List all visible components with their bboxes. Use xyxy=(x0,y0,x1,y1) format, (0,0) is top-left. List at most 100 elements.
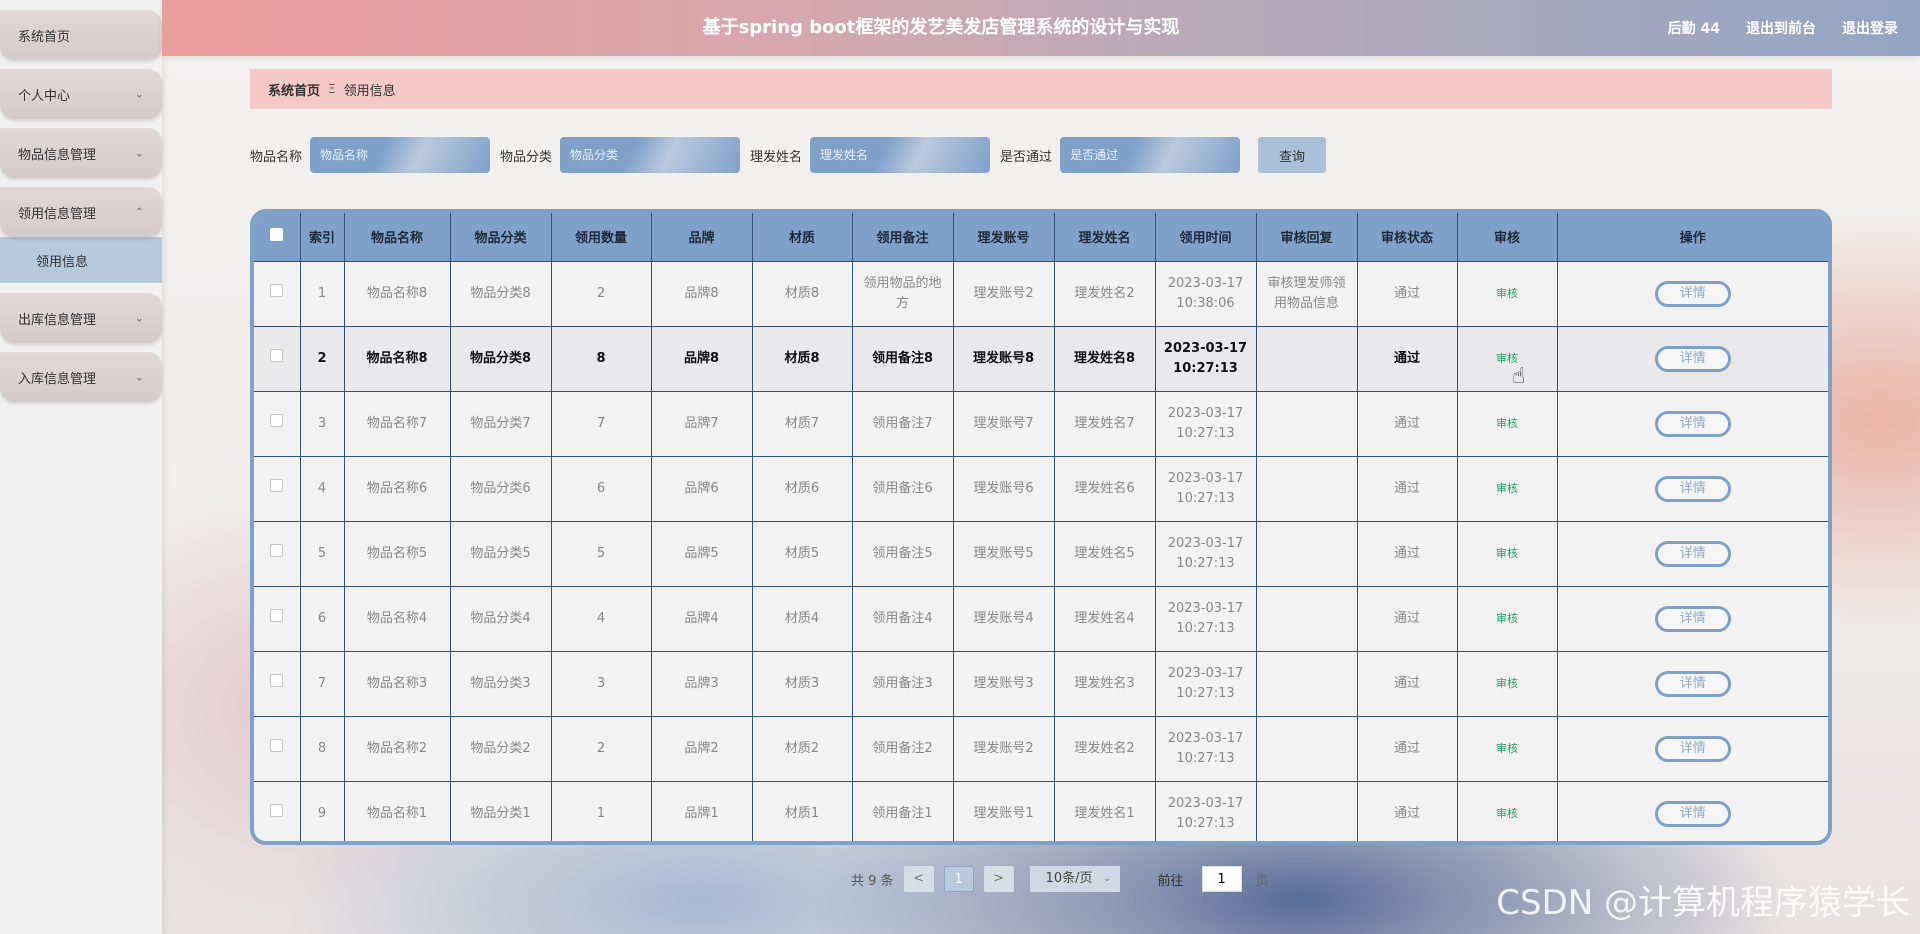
audit-link[interactable]: 审核 xyxy=(1496,612,1518,625)
row-checkbox[interactable] xyxy=(254,715,301,781)
row-checkbox[interactable] xyxy=(254,650,301,716)
cell-cat: 物品分类8 xyxy=(450,260,552,326)
page-size-select[interactable]: 10条/页 ⌄ xyxy=(1029,866,1120,892)
detail-button[interactable]: 详情 xyxy=(1654,410,1731,437)
audit-link[interactable]: 审核 xyxy=(1496,417,1518,430)
search-input-approved[interactable] xyxy=(1060,137,1241,173)
cell-person: 理发姓名3 xyxy=(1054,650,1156,716)
cell-qty: 8 xyxy=(551,325,652,391)
row-checkbox[interactable] xyxy=(254,780,301,841)
breadcrumb-home[interactable]: 系统首页 xyxy=(268,80,320,99)
detail-button[interactable]: 详情 xyxy=(1654,670,1731,697)
detail-button[interactable]: 详情 xyxy=(1654,605,1731,632)
detail-button[interactable]: 详情 xyxy=(1654,735,1731,762)
next-page-button[interactable]: > xyxy=(983,866,1014,892)
table-row[interactable]: 8 物品名称2 物品分类2 2 品牌2 材质2 领用备注2 理发账号2 理发姓名2 2023-03… xyxy=(254,715,1828,781)
cell-note: 领用备注1 xyxy=(852,780,954,841)
cell-cat: 物品分类6 xyxy=(450,455,552,521)
page-word: 页 xyxy=(1255,873,1269,889)
user-name[interactable]: 后勤 44 xyxy=(1668,18,1720,38)
cell-mat: 材质1 xyxy=(752,780,853,841)
audit-link[interactable]: 审核 xyxy=(1496,287,1518,300)
select-all-checkbox[interactable] xyxy=(254,213,301,261)
row-checkbox[interactable] xyxy=(254,390,301,456)
sidebar-item-goods-management[interactable]: 物品信息管理 ⌄ xyxy=(0,128,162,178)
table-row[interactable]: 9 物品名称1 物品分类1 1 品牌1 材质1 领用备注1 理发账号1 理发姓名1 2023-03… xyxy=(254,780,1828,841)
search-label-goods-name: 物品名称 xyxy=(250,149,303,165)
page-button-current[interactable]: 1 xyxy=(943,866,974,892)
cell-acct: 理发账号8 xyxy=(953,325,1055,391)
cell-cat: 物品分类3 xyxy=(450,650,552,716)
table-row[interactable]: 2 物品名称8 物品分类8 8 品牌8 材质8 领用备注8 理发账号8 理发姓名8 2023-03… xyxy=(254,325,1828,391)
cell-status: 通过 xyxy=(1357,455,1458,521)
row-checkbox[interactable] xyxy=(254,585,301,651)
audit-link[interactable]: 审核 xyxy=(1496,807,1518,820)
table-row[interactable]: 1 物品名称8 物品分类8 2 品牌8 材质8 领用物品的地方 理发账号2 理发姓名2 2023-… xyxy=(254,260,1828,326)
audit-link[interactable]: 审核 xyxy=(1496,482,1518,495)
table-row[interactable]: 5 物品名称5 物品分类5 5 品牌5 材质5 领用备注5 理发账号5 理发姓名5 2023-03… xyxy=(254,520,1828,586)
cell-person: 理发姓名8 xyxy=(1054,325,1156,391)
sidebar-item-personal-center[interactable]: 个人中心 ⌄ xyxy=(0,69,162,119)
cell-person: 理发姓名6 xyxy=(1054,455,1156,521)
search-input-barber-name[interactable] xyxy=(810,137,991,173)
detail-button[interactable]: 详情 xyxy=(1654,280,1731,307)
cell-status: 通过 xyxy=(1357,585,1458,651)
column-header: 领用时间 xyxy=(1155,213,1257,261)
cell-time: 2023-03-17 10:27:13 xyxy=(1155,520,1257,586)
cell-qty: 4 xyxy=(551,585,652,651)
table-row[interactable]: 6 物品名称4 物品分类4 4 品牌4 材质4 领用备注4 理发账号4 理发姓名4 2023-03… xyxy=(254,585,1828,651)
cell-idx: 7 xyxy=(300,650,345,716)
goto-page-input[interactable] xyxy=(1201,866,1242,892)
cell-person: 理发姓名2 xyxy=(1054,260,1156,326)
sidebar-item-home[interactable]: 系统首页 xyxy=(0,10,162,60)
chevron-down-icon: ⌄ xyxy=(134,370,144,384)
page-size-value: 10条/页 xyxy=(1045,871,1093,886)
search-input-goods-name[interactable] xyxy=(310,137,491,173)
sidebar-item-outbound-management[interactable]: 出库信息管理 ⌄ xyxy=(0,293,162,343)
breadcrumb: 系统首页 Ξ 领用信息 xyxy=(250,69,1832,109)
sidebar-subitem-usage-info[interactable]: 领用信息 xyxy=(0,237,162,283)
cell-brand: 品牌2 xyxy=(651,715,753,781)
detail-button[interactable]: 详情 xyxy=(1654,345,1731,372)
table-row[interactable]: 4 物品名称6 物品分类6 6 品牌6 材质6 领用备注6 理发账号6 理发姓名6 2023-03… xyxy=(254,455,1828,521)
detail-button[interactable]: 详情 xyxy=(1654,800,1731,827)
sidebar-item-inbound-management[interactable]: 入库信息管理 ⌄ xyxy=(0,352,162,402)
cell-note: 领用备注2 xyxy=(852,715,954,781)
cell-status: 通过 xyxy=(1357,390,1458,456)
table-row[interactable]: 3 物品名称7 物品分类7 7 品牌7 材质7 领用备注7 理发账号7 理发姓名7 2023-03… xyxy=(254,390,1828,456)
row-checkbox[interactable] xyxy=(254,260,301,326)
cell-mat: 材质2 xyxy=(752,715,853,781)
cell-name: 物品名称3 xyxy=(344,650,451,716)
cell-idx: 3 xyxy=(300,390,345,456)
column-header: 审核 xyxy=(1457,213,1558,261)
cell-time: 2023-03-17 10:27:13 xyxy=(1155,390,1257,456)
cell-audit: 审核 xyxy=(1457,455,1558,521)
query-button[interactable]: 查询 xyxy=(1258,137,1327,173)
audit-link[interactable]: 审核 xyxy=(1496,742,1518,755)
audit-link[interactable]: 审核 xyxy=(1496,677,1518,690)
detail-button[interactable]: 详情 xyxy=(1654,475,1731,502)
sidebar-item-usage-management[interactable]: 领用信息管理 ⌃ xyxy=(0,187,162,237)
cell-idx: 2 xyxy=(300,325,345,391)
logout-link[interactable]: 退出登录 xyxy=(1842,18,1898,38)
row-checkbox[interactable] xyxy=(254,325,301,391)
cell-name: 物品名称2 xyxy=(344,715,451,781)
search-input-goods-category[interactable] xyxy=(560,137,741,173)
cell-acct: 理发账号3 xyxy=(953,650,1055,716)
column-header: 理发账号 xyxy=(953,213,1055,261)
prev-page-button[interactable]: < xyxy=(903,866,934,892)
row-checkbox[interactable] xyxy=(254,455,301,521)
sidebar-item-label: 领用信息管理 xyxy=(18,206,97,222)
cell-mat: 材质7 xyxy=(752,390,853,456)
audit-link[interactable]: 审核 xyxy=(1496,352,1518,365)
audit-link[interactable]: 审核 xyxy=(1496,547,1518,560)
cell-idx: 8 xyxy=(300,715,345,781)
exit-to-front-link[interactable]: 退出到前台 xyxy=(1746,18,1816,38)
chevron-down-icon: ⌄ xyxy=(1103,873,1112,884)
table-row[interactable]: 7 物品名称3 物品分类3 3 品牌3 材质3 领用备注3 理发账号3 理发姓名3 2023-03… xyxy=(254,650,1828,716)
row-checkbox[interactable] xyxy=(254,520,301,586)
chevron-down-icon: ⌄ xyxy=(134,146,144,160)
cell-name: 物品名称1 xyxy=(344,780,451,841)
detail-button[interactable]: 详情 xyxy=(1654,540,1731,567)
column-header: 操作 xyxy=(1557,213,1828,261)
